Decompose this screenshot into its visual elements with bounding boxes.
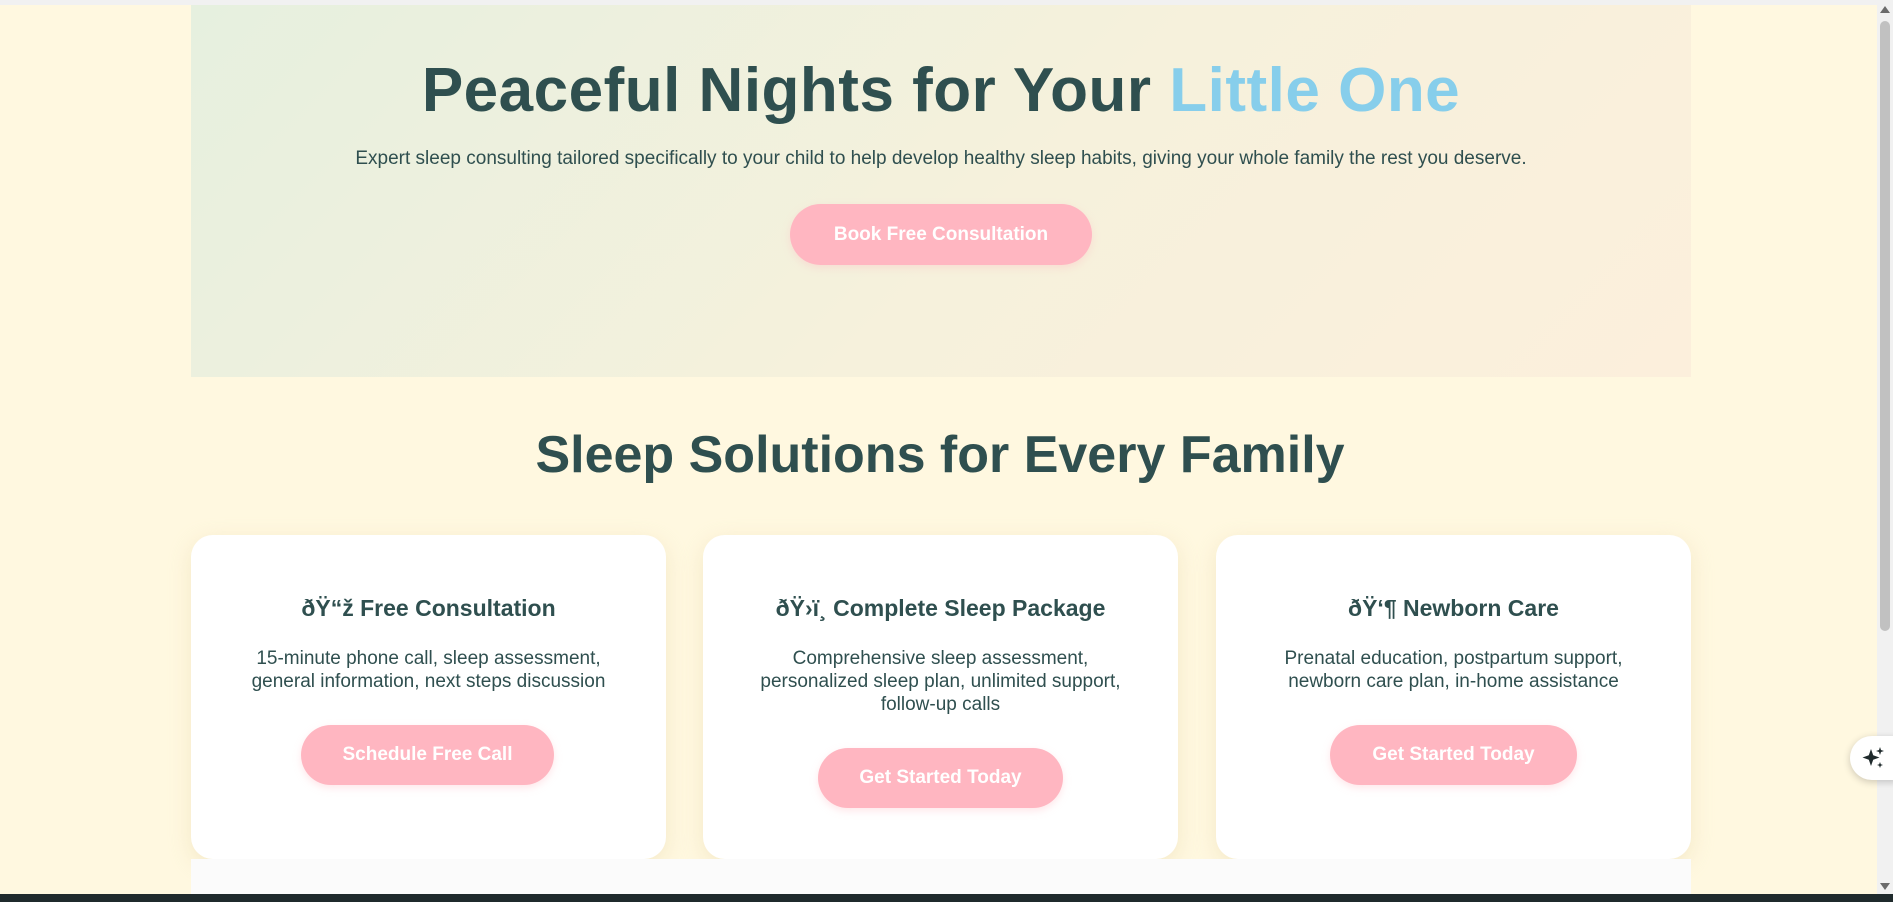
service-card-free-consultation: ðŸ“ž Free Consultation 15-minute phone c…	[191, 535, 666, 859]
taskbar-edge	[0, 894, 1893, 902]
services-title: Sleep Solutions for Every Family	[535, 426, 1345, 484]
service-card-title: ðŸ‘¶ Newborn Care	[1348, 595, 1559, 621]
service-card-complete-sleep-package: ðŸ›ï¸ Complete Sleep Package Comprehensi…	[703, 535, 1178, 859]
get-started-button[interactable]: Get Started Today	[818, 748, 1063, 808]
assistant-fab-button[interactable]	[1850, 736, 1893, 780]
service-card-description: 15-minute phone call, sleep assessment, …	[251, 648, 606, 692]
service-card-description: Prenatal education, postpartum support, …	[1284, 648, 1623, 692]
scroll-thumb[interactable]	[1880, 21, 1890, 631]
schedule-free-call-button[interactable]: Schedule Free Call	[301, 725, 554, 785]
hero-section: Peaceful Nights for Your Little One Expe…	[191, 5, 1691, 377]
next-section-edge	[191, 859, 1691, 894]
hero-title-accent: Little One	[1169, 56, 1461, 125]
get-started-button[interactable]: Get Started Today	[1330, 725, 1577, 785]
book-consultation-button[interactable]: Book Free Consultation	[790, 204, 1092, 265]
hero-subtitle: Expert sleep consulting tailored specifi…	[355, 148, 1527, 169]
hero-title: Peaceful Nights for Your Little One	[191, 55, 1691, 126]
hero-title-main: Peaceful Nights for Your	[421, 56, 1170, 125]
service-card-description: Comprehensive sleep assessment, personal…	[760, 648, 1121, 715]
scroll-down-arrow-icon[interactable]	[1880, 883, 1890, 890]
sparkle-icon	[1862, 747, 1884, 768]
service-card-title: ðŸ›ï¸ Complete Sleep Package	[775, 595, 1106, 621]
service-card-newborn-care: ðŸ‘¶ Newborn Care Prenatal education, po…	[1216, 535, 1691, 859]
scroll-up-arrow-icon[interactable]	[1880, 6, 1890, 13]
service-card-title: ðŸ“ž Free Consultation	[301, 595, 556, 621]
